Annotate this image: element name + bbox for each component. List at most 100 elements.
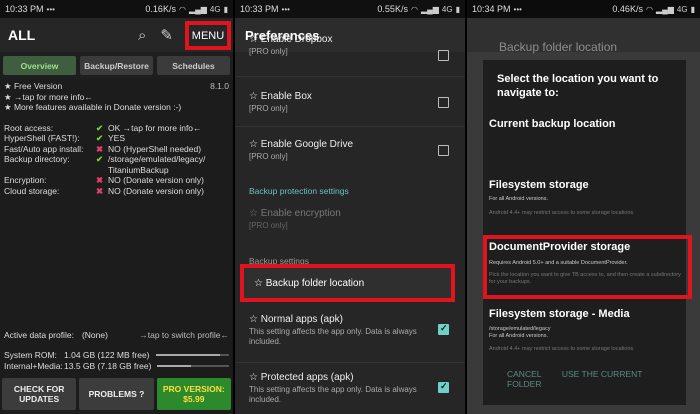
pref-title: ☆ Enable Box [249, 91, 312, 102]
box-checkbox[interactable] [438, 97, 449, 108]
internal-storage-row: Internal+Media: 13.5 GB (7.18 GB free) [0, 361, 233, 371]
row-value: NO (Donate version only) [108, 185, 204, 196]
tab-overview[interactable]: Overview [3, 56, 76, 75]
pref-google-drive[interactable]: ☆ Enable Google Drive [PRO only] [235, 139, 465, 162]
menu-button[interactable]: MENU [185, 21, 231, 50]
tab-schedules[interactable]: Schedules [157, 56, 230, 75]
profile-label: Active data profile: [4, 330, 74, 340]
pref-summary: [PRO only] [249, 221, 288, 230]
dialog-prompt: Select the location you want to navigate… [497, 73, 659, 99]
dots-icon: ••• [46, 4, 55, 14]
pref-dropbox[interactable]: ☆ Enable Dropbox [PRO only] [235, 34, 465, 57]
dots-icon: ••• [513, 4, 522, 14]
network-type: 4G [441, 4, 453, 14]
storage-value: 13.5 GB (7.18 GB free) [64, 361, 152, 371]
status-grid: Root access: ✔ OK →tap for more info← Hy… [0, 123, 233, 197]
row-label: HyperShell (FAST!): [4, 133, 80, 143]
version-number: 8.1.0 [210, 81, 229, 91]
status-bar: 10:33 PM ••• 0.16K/s ◠ ▂▄▆ 4G ▮ [0, 0, 233, 18]
storage-bar [157, 365, 229, 367]
profile-hint: →tap to switch profile← [139, 330, 229, 340]
batch-icon[interactable]: ✎ [160, 26, 173, 44]
row-label: Root access: [4, 122, 54, 133]
cross-icon: ✖ [96, 185, 104, 196]
filter-title[interactable]: ALL [8, 27, 124, 43]
normal-apps-checkbox[interactable] [438, 323, 449, 335]
tab-backup-restore[interactable]: Backup/Restore [80, 56, 153, 75]
row-label: Fast/Auto app install: [4, 143, 84, 154]
google-drive-checkbox[interactable] [438, 145, 449, 156]
wifi-icon: ◠ [645, 4, 653, 14]
pref-title: ☆ Enable Google Drive [249, 139, 354, 150]
battery-icon: ▮ [455, 4, 460, 14]
option-path: /storage/emulated/legacy [489, 326, 551, 332]
cross-icon: ✖ [96, 143, 104, 154]
row-value: OK →tap for more info← [108, 122, 202, 133]
option-note: Android 4.4+ may restrict access to some… [489, 210, 635, 216]
profile-value: (None) [81, 330, 108, 340]
status-speed: 0.46K/s [612, 4, 643, 14]
network-type: 4G [209, 4, 221, 14]
pref-summary: [PRO only] [249, 104, 288, 113]
row-value: /storage/emulated/legacy/ TitaniumBackup [108, 154, 206, 175]
storage-value: 1.04 GB (122 MB free) [64, 350, 150, 360]
backup-folder-location-item[interactable]: ☆ Backup folder location [240, 264, 455, 302]
check-icon: ✔ [96, 122, 104, 133]
pref-box[interactable]: ☆ Enable Box [PRO only] [235, 91, 465, 114]
cancel-button[interactable]: CANCEL [507, 369, 541, 379]
check-icon: ✔ [96, 154, 104, 164]
problems-button[interactable]: PROBLEMS ? [79, 378, 154, 410]
row-label: Encryption: [4, 175, 47, 185]
version-label: ★ Free Version [4, 81, 63, 91]
battery-icon: ▮ [223, 4, 228, 14]
data-profile-row[interactable]: Active data profile: (None) →tap to swit… [0, 330, 233, 340]
info-line: ★ →tap for more info← [4, 91, 93, 102]
preferences-screen: 10:33 PM ••• 0.55K/s ◠ ▂▄▆ 4G ▮ Preferen… [235, 0, 465, 414]
current-location-option[interactable]: Current backup location [489, 118, 616, 130]
action-buttons: CHECK FOR UPDATES PROBLEMS ? PRO VERSION… [2, 378, 231, 410]
status-bar: 10:33 PM ••• 0.55K/s ◠ ▂▄▆ 4G ▮ [235, 0, 465, 18]
pref-normal-apps[interactable]: ☆ Normal apps (apk) This setting affects… [235, 314, 465, 347]
pro-version-button[interactable]: PRO VERSION: $5.99 [156, 378, 231, 410]
pref-summary: This setting affects the app only. Data … [249, 385, 417, 404]
status-time: 10:33 PM [5, 4, 44, 14]
cross-icon: ✖ [96, 175, 104, 185]
row-value: YES [108, 133, 126, 143]
pref-title: ☆ Protected apps (apk) [249, 372, 354, 383]
document-provider-option[interactable]: DocumentProvider storage Requires Androi… [483, 235, 692, 299]
backup-directory-row[interactable]: Backup directory: ✔ /storage/emulated/le… [4, 154, 229, 175]
status-time: 10:33 PM [240, 4, 279, 14]
root-access-row[interactable]: Root access: ✔ OK →tap for more info← [4, 123, 229, 134]
signal-icon: ▂▄▆ [188, 4, 207, 14]
option-description: For all Android versions. [489, 333, 548, 339]
status-speed: 0.55K/s [377, 4, 408, 14]
dialog-title: Backup folder location [499, 40, 618, 54]
pref-summary: [PRO only] [249, 47, 288, 56]
dropbox-checkbox[interactable] [438, 50, 449, 61]
row-label: Backup directory: [4, 154, 70, 164]
filesystem-storage-option[interactable]: Filesystem storage [489, 179, 589, 191]
search-icon[interactable]: ⌕ [138, 27, 146, 44]
app-toolbar: ALL ⌕ ✎ MENU [0, 18, 233, 52]
dialog-actions: CANCEL USE THE CURRENT FOLDER [507, 369, 686, 389]
tab-bar: Overview Backup/Restore Schedules [0, 52, 233, 79]
fast-install-row: Fast/Auto app install: ✖ NO (HyperShell … [4, 144, 229, 155]
protected-apps-checkbox[interactable] [438, 381, 449, 393]
version-info[interactable]: ★ Free Version 8.1.0 ★ →tap for more inf… [0, 79, 233, 115]
pref-summary: [PRO only] [249, 152, 288, 161]
info-line: ★ More features available in Donate vers… [4, 102, 182, 112]
option-description: For all Android versions. [489, 196, 548, 202]
pref-title: ☆ Enable Dropbox [249, 34, 333, 45]
option-title: DocumentProvider storage [489, 241, 631, 253]
check-updates-button[interactable]: CHECK FOR UPDATES [2, 378, 77, 410]
section-header: Backup protection settings [249, 186, 349, 196]
storage-bar-fill [155, 354, 221, 356]
pref-protected-apps[interactable]: ☆ Protected apps (apk) This setting affe… [235, 372, 465, 405]
pref-encryption[interactable]: ☆ Enable encryption [PRO only] [235, 208, 465, 231]
filesystem-media-option[interactable]: Filesystem storage - Media [489, 308, 630, 320]
row-label: Cloud storage: [4, 185, 60, 196]
option-note: Android 4.4+ may restrict access to some… [489, 346, 635, 352]
status-bar: 10:34 PM ••• 0.46K/s ◠ ▂▄▆ 4G ▮ [467, 0, 700, 18]
hypershell-row: HyperShell (FAST!): ✔ YES [4, 133, 229, 144]
option-description: Requires Android 5.0+ and a suitable Doc… [489, 260, 628, 266]
